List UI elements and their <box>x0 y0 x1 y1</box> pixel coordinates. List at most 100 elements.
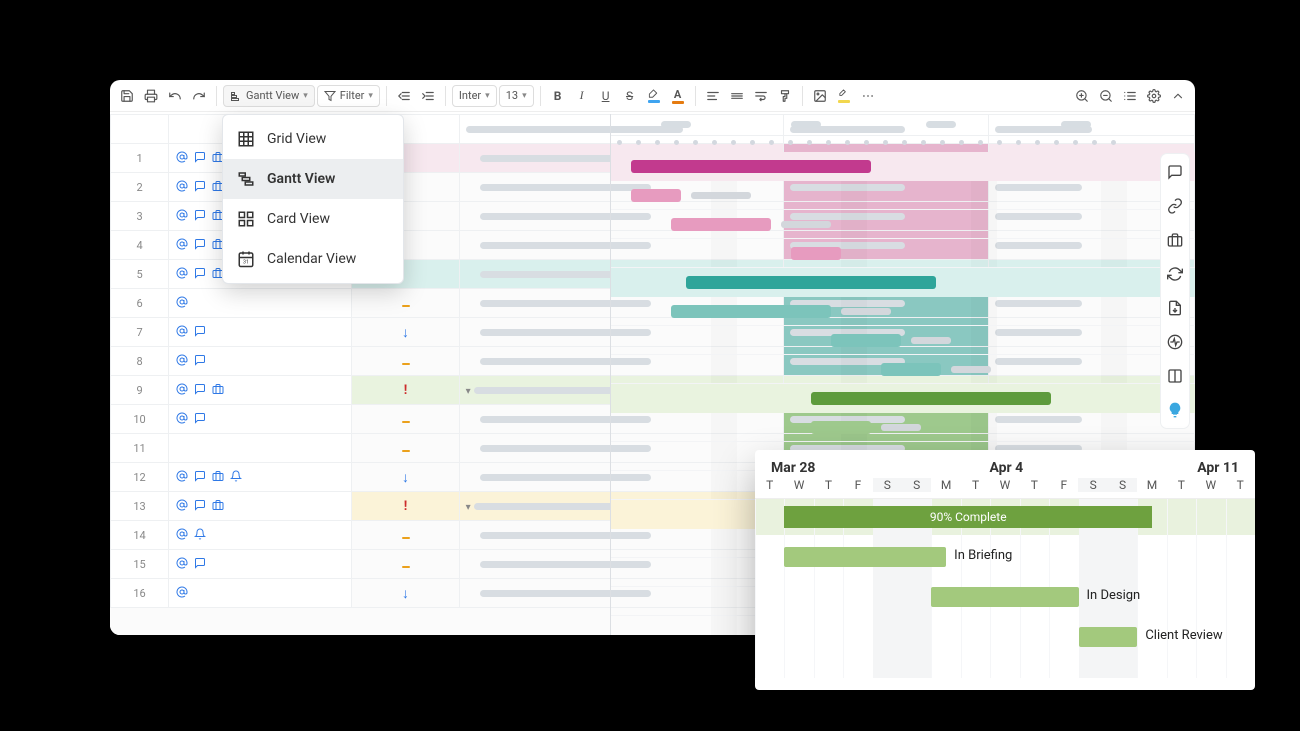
at-icon <box>175 208 189 222</box>
view-dropdown: Grid View Gantt View Card View 31 Calend… <box>222 114 404 284</box>
gantt-bar[interactable] <box>931 587 1078 607</box>
insert-image-icon[interactable] <box>809 85 831 107</box>
gantt-bar[interactable] <box>631 189 681 202</box>
gantt-bar[interactable] <box>1079 627 1138 647</box>
gantt-bar[interactable] <box>881 424 921 431</box>
save-icon[interactable] <box>116 85 138 107</box>
bell2-icon <box>193 527 207 541</box>
text-color-icon[interactable]: A <box>667 85 689 107</box>
chat-icon <box>193 237 207 251</box>
gantt-bar[interactable] <box>671 305 831 318</box>
wrap-text-icon[interactable] <box>750 85 772 107</box>
gantt-parent-bar[interactable]: 90% Complete <box>784 506 1152 528</box>
weekday-label: F <box>1049 478 1078 492</box>
at-icon <box>175 150 189 164</box>
comments-icon[interactable] <box>1165 162 1185 182</box>
gantt-detail-overlay: Mar 28 Apr 4 Apr 11 TWTFSSMTWTFSSMTWT 90… <box>755 450 1255 690</box>
gantt-bar[interactable] <box>781 221 831 228</box>
font-size-value: 13 <box>506 89 518 102</box>
detail-month: Apr 11 <box>1197 460 1239 476</box>
highlight-icon[interactable] <box>833 85 855 107</box>
refresh-icon[interactable] <box>1165 264 1185 284</box>
chat-icon <box>193 469 207 483</box>
weekday-label: S <box>873 478 902 492</box>
view-option-calendar[interactable]: 31 Calendar View <box>223 239 403 279</box>
strikethrough-icon[interactable]: S <box>619 85 641 107</box>
format-paint-icon[interactable] <box>774 85 796 107</box>
gantt-bar[interactable] <box>784 547 946 567</box>
weekday-label: T <box>1020 478 1049 492</box>
gantt-bar[interactable] <box>686 276 936 289</box>
at-icon <box>175 266 189 280</box>
indent-icon[interactable] <box>417 85 439 107</box>
redo-icon[interactable] <box>188 85 210 107</box>
view-option-label: Card View <box>267 211 330 227</box>
tips-icon[interactable] <box>1165 400 1185 420</box>
undo-icon[interactable] <box>164 85 186 107</box>
detail-month: Apr 4 <box>989 460 1023 476</box>
gantt-bar[interactable] <box>791 247 841 260</box>
briefcase-icon[interactable] <box>1165 230 1185 250</box>
more-icon[interactable] <box>857 85 879 107</box>
view-option-grid[interactable]: Grid View <box>223 119 403 159</box>
bold-icon[interactable]: B <box>547 85 569 107</box>
outdent-icon[interactable] <box>393 85 415 107</box>
gantt-bar-label: In Design <box>1087 588 1141 603</box>
attachments-icon[interactable] <box>1165 196 1185 216</box>
row-number: 9 <box>111 376 169 405</box>
settings-icon[interactable] <box>1143 85 1165 107</box>
list-icon[interactable] <box>1119 85 1141 107</box>
gantt-bar[interactable] <box>631 160 871 173</box>
weekday-label: S <box>902 478 931 492</box>
weekday-label: T <box>1226 478 1255 492</box>
gantt-bar-label: In Briefing <box>954 548 1012 563</box>
row-number: 7 <box>111 318 169 347</box>
gantt-bar[interactable] <box>811 421 871 434</box>
chat-icon <box>193 179 207 193</box>
align-middle-icon[interactable] <box>726 85 748 107</box>
row-number: 3 <box>111 202 169 231</box>
gantt-bar[interactable] <box>691 192 751 199</box>
row-number: 5 <box>111 260 169 289</box>
view-option-card[interactable]: Card View <box>223 199 403 239</box>
italic-icon[interactable]: I <box>571 85 593 107</box>
font-size-select[interactable]: 13▾ <box>499 85 534 107</box>
activity-icon[interactable] <box>1165 332 1185 352</box>
row-number: 11 <box>111 434 169 463</box>
at-icon <box>175 411 189 425</box>
filter-button[interactable]: Filter ▾ <box>317 85 380 107</box>
gantt-bar[interactable] <box>841 308 891 315</box>
gantt-bar[interactable] <box>831 334 901 347</box>
font-name-select[interactable]: Inter▾ <box>452 85 497 107</box>
gantt-bar[interactable] <box>911 337 951 344</box>
collapse-toolbar-icon[interactable] <box>1167 85 1189 107</box>
at-icon <box>175 179 189 193</box>
gantt-bar[interactable] <box>671 218 771 231</box>
summary-icon[interactable] <box>1165 366 1185 386</box>
at-icon <box>175 237 189 251</box>
gantt-bar[interactable] <box>951 366 991 373</box>
bell-icon <box>229 469 243 483</box>
at-icon <box>175 469 189 483</box>
print-icon[interactable] <box>140 85 162 107</box>
at-icon <box>175 324 189 338</box>
view-option-gantt[interactable]: Gantt View <box>223 159 403 199</box>
underline-icon[interactable]: U <box>595 85 617 107</box>
at-icon <box>175 527 189 541</box>
view-selector[interactable]: Gantt View ▾ <box>223 85 315 107</box>
row-number: 12 <box>111 463 169 492</box>
zoom-out-icon[interactable] <box>1095 85 1117 107</box>
chat-icon <box>193 556 207 570</box>
row-number: 16 <box>111 579 169 608</box>
fill-color-icon[interactable] <box>643 85 665 107</box>
align-left-icon[interactable] <box>702 85 724 107</box>
gantt-bar[interactable] <box>811 392 1051 405</box>
export-icon[interactable] <box>1165 298 1185 318</box>
row-number: 6 <box>111 289 169 318</box>
chat-icon <box>193 498 207 512</box>
chat-icon <box>193 353 207 367</box>
weekday-label: W <box>784 478 813 492</box>
zoom-in-icon[interactable] <box>1071 85 1093 107</box>
gantt-bar[interactable] <box>881 363 941 376</box>
row-number: 13 <box>111 492 169 521</box>
